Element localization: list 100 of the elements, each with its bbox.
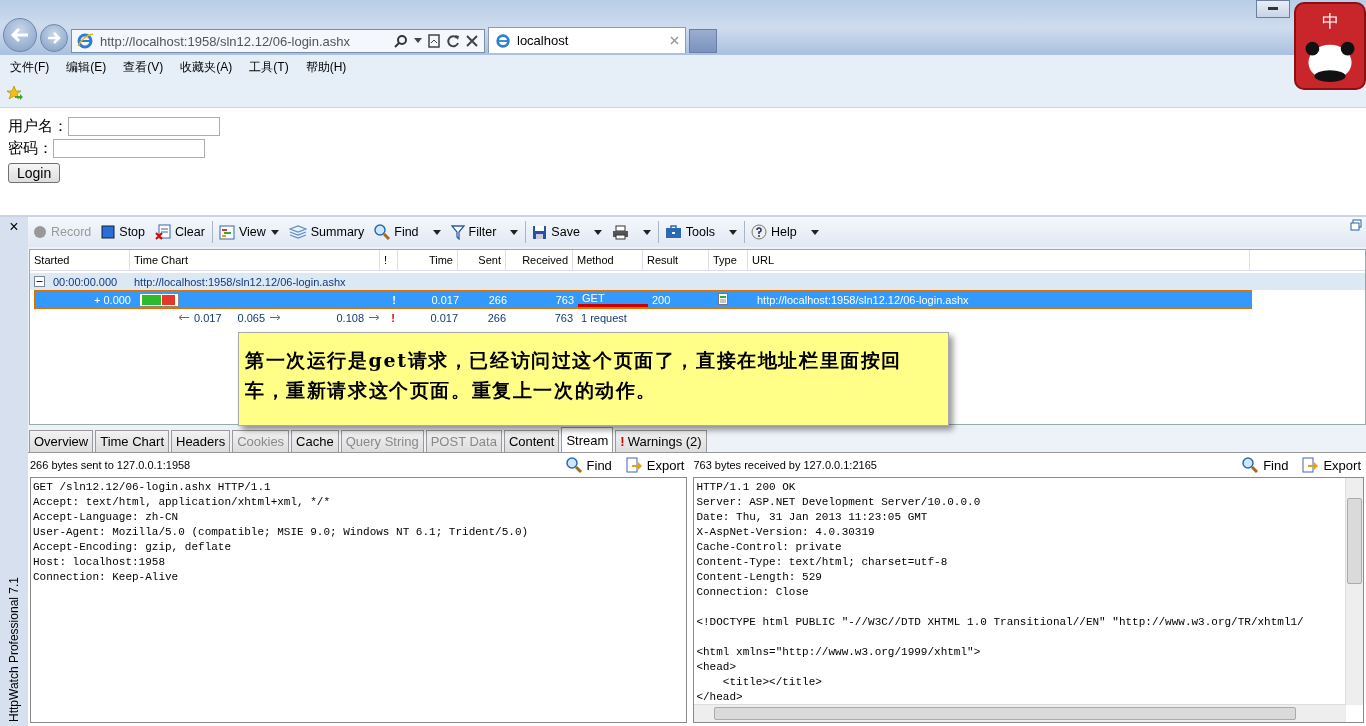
column-header[interactable]: Time Chart [130,250,380,270]
input-field[interactable] [68,117,220,136]
summary-button[interactable]: Summary [286,223,367,241]
column-header[interactable]: Started [30,250,130,270]
tab[interactable]: Cache [291,430,339,452]
pane-caption: 763 bytes received by 127.0.0.1:2165 [693,459,877,471]
caret-icon [729,229,738,235]
right-arrow-icon [269,314,282,321]
caret-icon [593,229,602,235]
timing-value: 0.017 [194,311,222,324]
column-header[interactable]: ! [380,250,398,270]
code-line: Connection: Close [696,585,810,600]
code-line: Host: localhost:1958 [33,555,167,570]
layers-icon [288,225,307,239]
table-cell-text: 1 request [580,311,628,324]
find-button[interactable]: Find [372,222,443,242]
menu-item[interactable]: 查看(V) [123,58,164,76]
column-header[interactable]: URL [748,250,1250,270]
tools-button[interactable]: Tools [662,223,740,241]
column-header[interactable]: Sent [458,250,506,270]
column-header[interactable]: Type [709,250,748,270]
restore-icon[interactable] [1350,219,1362,231]
input-field[interactable] [53,139,205,158]
code-line: Server: ASP.NET Development Server/10.0.0.0 [696,495,982,510]
column-header[interactable]: Method [573,250,643,270]
help-icon [751,224,768,240]
help-button[interactable]: Help [749,222,821,242]
collapse-icon[interactable] [34,276,45,287]
forward-button[interactable] [40,24,68,52]
table-cell-text: 200 [651,293,672,306]
tab[interactable]: Stream [561,427,614,452]
close-button[interactable]: × [9,219,19,235]
clear-button[interactable]: Clear [153,222,207,242]
ime-toolbar[interactable]: 中 [1294,2,1366,90]
search-icon[interactable] [394,34,408,48]
table-cell-text: + 0.000 [93,293,132,306]
vertical-scrollbar[interactable] [1345,478,1363,705]
stop-icon[interactable] [466,35,478,47]
printer-icon [611,224,629,240]
tab[interactable]: ! Warnings (2) [615,430,707,452]
code-line: Content-Type: text/html; charset=utf-8 [696,555,949,570]
table-cell-text: 763 [554,293,575,306]
stream-text-area[interactable] [693,477,1364,723]
find-button[interactable]: Find [1239,457,1292,473]
minimize-button[interactable] [1256,0,1290,18]
export-button[interactable]: Export [1299,457,1364,473]
favorites-icon[interactable] [6,84,24,102]
address-field[interactable]: http://localhost:1958/sln12.12/06-login.ashx [71,29,485,53]
table-cell-text: 763 [553,311,574,324]
browser-tab[interactable]: localhost [488,27,686,53]
warning-mark: ! [391,293,397,306]
view-button[interactable]: View [216,222,281,242]
code-line: <head> [696,660,738,675]
caret-icon[interactable] [414,38,422,44]
menu-item[interactable]: 工具(T) [249,58,289,76]
code-line: <!DOCTYPE html PUBLIC "-//W3C//DTD XHTML 1.0 Transitional//EN" "http://www.w3.org/TR/xhtml1/ [696,615,1305,630]
menu-item[interactable]: 编辑(E) [66,58,107,76]
find-button[interactable]: Find [562,457,615,473]
caret-icon [432,229,441,235]
timing-bar [139,292,179,307]
refresh-icon[interactable] [446,34,460,48]
login-button[interactable]: Login [8,163,61,183]
timing-value: 0.108 [336,311,364,324]
save-icon [532,224,548,240]
page-group-row[interactable]: 00:00:00.000 http://localhost:1958/sln12.12/06-login.ashx [30,273,1365,290]
field-label: 密码： [8,139,53,158]
back-button[interactable] [3,18,37,52]
menu-item[interactable]: 帮助(H) [305,58,347,76]
minimize-icon [1268,7,1278,11]
tab[interactable]: Time Chart [95,430,169,452]
export-button[interactable]: Export [622,457,688,473]
table-cell-text: 0.017 [430,293,460,306]
browser-icon [495,32,511,49]
column-header[interactable]: Received [506,250,573,270]
search-icon [374,224,391,240]
table-cell: GET [578,292,648,307]
save-button[interactable]: Save [530,222,604,242]
panel-title: HttpWatch Professional 7.1 [7,577,21,722]
column-header[interactable]: Time [398,250,458,270]
right-arrow-icon [368,314,380,321]
left-arrow-icon [10,27,30,43]
tab[interactable]: Content [503,430,560,452]
tab[interactable]: Overview [29,430,94,452]
column-header[interactable]: Result [643,250,709,270]
export-icon [1302,457,1319,473]
menu-item[interactable]: 文件(F) [10,58,50,76]
stop-button[interactable]: Stop [99,223,147,241]
warning-mark: ! [390,311,396,324]
code-line: Cache-Control: private [696,540,843,555]
chart-icon [218,224,235,240]
menu-item[interactable]: 收藏夹(A) [180,58,233,76]
table-cell-text: 0.017 [429,311,459,324]
horizontal-scrollbar[interactable] [694,704,1346,722]
filter-button[interactable]: Filter [448,222,521,242]
page-icon[interactable] [428,34,440,48]
stream-text-area[interactable] [30,477,688,723]
table-cell-text: 266 [486,311,507,324]
close-icon[interactable] [670,35,679,45]
code-line: <title></title> [721,675,823,690]
tab[interactable]: Headers [171,430,231,452]
